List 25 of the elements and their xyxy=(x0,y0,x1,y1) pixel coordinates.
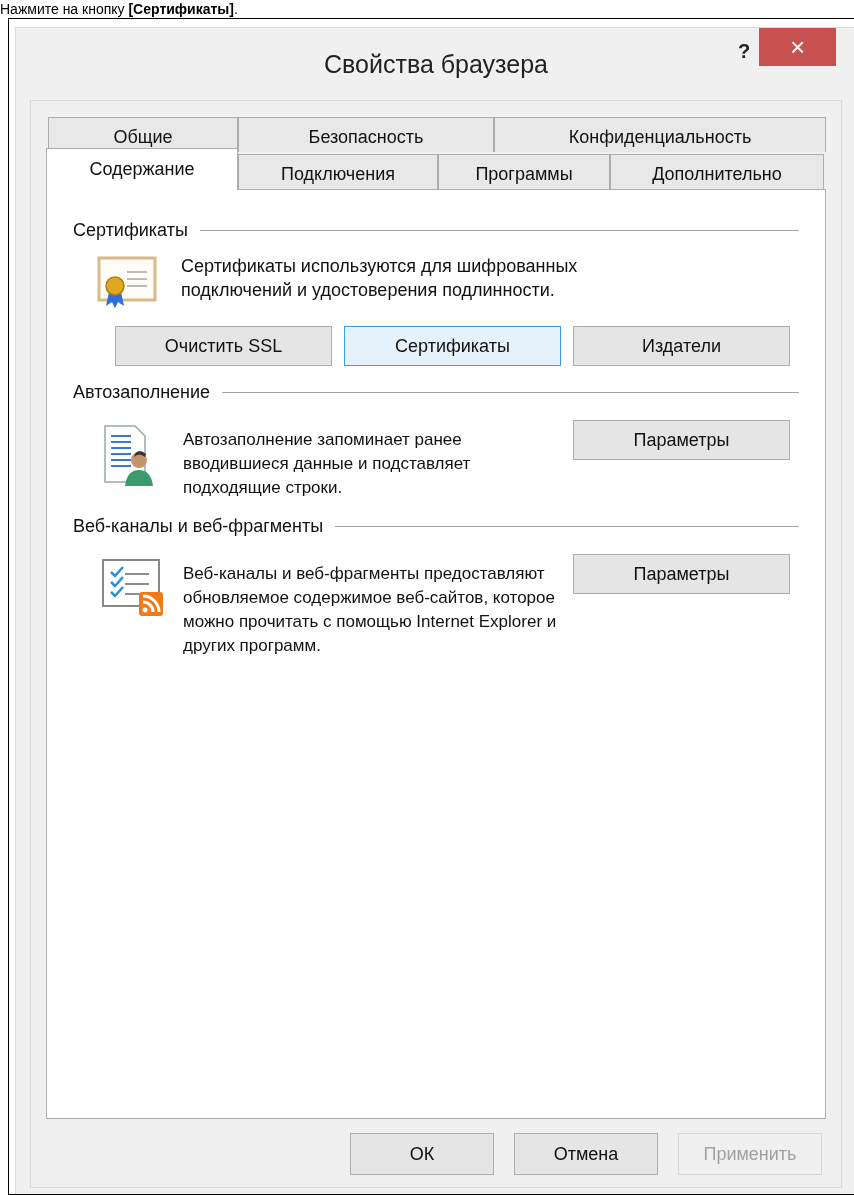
dialog-button[interactable]: Очистить SSL xyxy=(115,326,332,366)
dialog-button[interactable]: ОК xyxy=(350,1133,494,1175)
help-button[interactable]: ? xyxy=(738,36,751,66)
dialog-button[interactable]: Сертификаты xyxy=(344,326,561,366)
dialog-button[interactable]: Параметры xyxy=(573,554,790,594)
section-title: Автозаполнение xyxy=(73,380,211,404)
tab[interactable]: Подключения xyxy=(238,154,438,189)
section-description: Сертификаты используются для шифрованных подключений и удостоверения подлинности. xyxy=(181,255,579,302)
section-title: Сертификаты xyxy=(73,218,188,242)
window-title: Свойства браузера xyxy=(324,49,548,81)
tab[interactable]: Содержание xyxy=(46,148,238,190)
dialog-button[interactable]: Издатели xyxy=(573,326,790,366)
dialog-button[interactable]: Отмена xyxy=(514,1133,658,1175)
section-description: Веб-каналы и веб-фрагменты предоставляют обновляемое содержимое веб-сайтов, которое можно прочитать с помощью Internet Explorer и других программ. xyxy=(183,563,558,657)
instruction-text: Нажмите на кнопку [Сертификаты]. xyxy=(0,0,239,18)
tab[interactable]: Конфиденциальность xyxy=(494,117,826,152)
dialog-button[interactable]: Параметры xyxy=(573,420,790,460)
tab[interactable]: Безопасность xyxy=(238,117,494,152)
tab[interactable]: Дополнительно xyxy=(610,154,824,189)
close-button[interactable]: × xyxy=(759,28,836,66)
certificate-icon xyxy=(97,254,157,310)
checklist-feed-icon xyxy=(101,558,165,618)
section-description: Автозаполнение запоминает ранее вводившиеся данные и подставляет подходящие строки. xyxy=(183,429,472,499)
section-title: Веб-каналы и веб-фрагменты xyxy=(73,514,324,538)
tab[interactable]: Программы xyxy=(438,154,610,189)
